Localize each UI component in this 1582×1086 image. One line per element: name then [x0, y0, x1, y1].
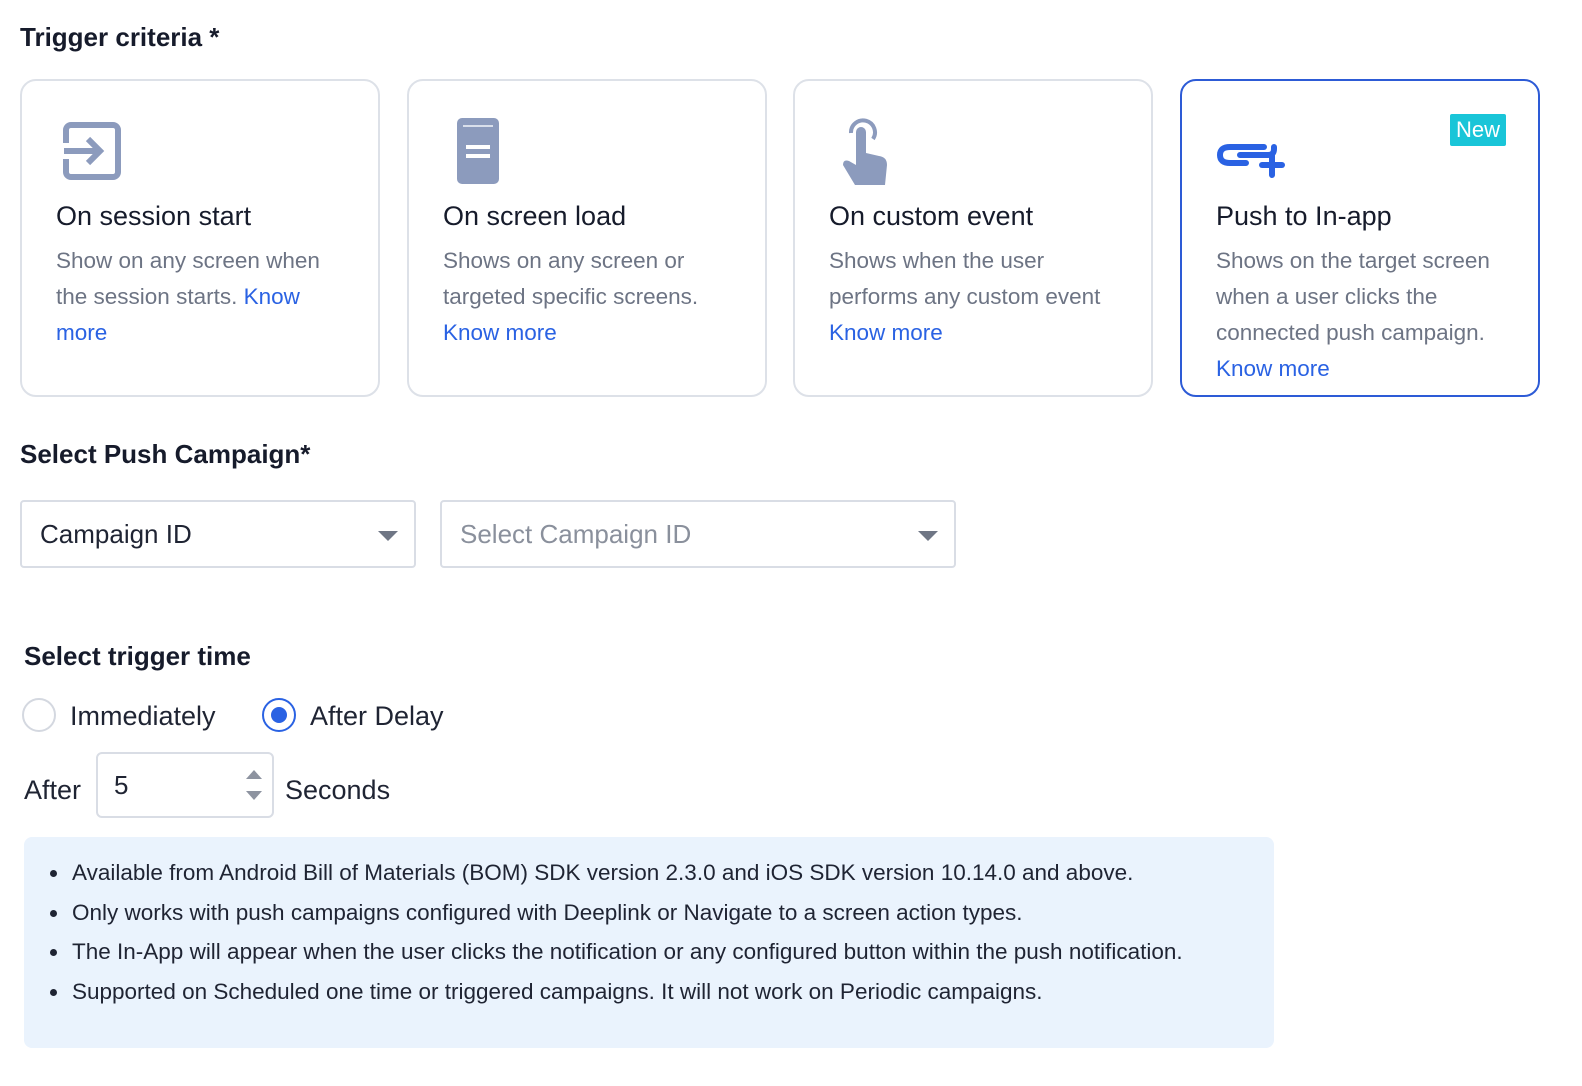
session-start-icon	[56, 115, 136, 195]
info-notes-box: Available from Android Bill of Materials…	[24, 837, 1274, 1048]
card-desc-text: Shows when the user performs any custom …	[829, 248, 1101, 309]
push-link-icon	[1216, 115, 1296, 195]
delay-seconds-input[interactable]	[114, 764, 224, 806]
delay-suffix-label: Seconds	[285, 775, 391, 805]
card-description: Shows on any screen or targeted specific…	[443, 243, 739, 351]
trigger-cards: On session start Show on any screen when…	[20, 79, 1542, 397]
card-desc-text: Shows on the target screen when a user c…	[1216, 248, 1490, 345]
trigger-settings-page: Trigger criteria * On session start Show…	[0, 0, 1582, 1086]
list-item: Available from Android Bill of Materials…	[50, 853, 1264, 893]
new-badge: New	[1449, 114, 1506, 146]
touch-icon	[829, 115, 909, 195]
card-description: Shows when the user performs any custom …	[829, 243, 1125, 351]
trigger-criteria-heading: Trigger criteria *	[20, 22, 220, 52]
trigger-time-heading: Select trigger time	[24, 641, 251, 671]
list-item: Supported on Scheduled one time or trigg…	[50, 972, 1264, 1012]
radio-button[interactable]	[22, 698, 56, 732]
screen-load-icon	[443, 115, 523, 195]
delay-prefix-label: After	[24, 775, 82, 805]
card-title: On session start	[56, 201, 252, 231]
know-more-link[interactable]: Know more	[829, 320, 943, 345]
chevron-down-icon	[378, 531, 398, 541]
radio-button[interactable]	[262, 698, 296, 732]
push-campaign-heading: Select Push Campaign*	[20, 439, 311, 469]
list-item: Only works with push campaigns configure…	[50, 893, 1264, 933]
delay-seconds-stepper[interactable]	[96, 752, 274, 818]
card-on-screen-load[interactable]: On screen load Shows on any screen or ta…	[407, 79, 767, 397]
list-item: The In-App will appear when the user cli…	[50, 932, 1264, 972]
decrement-arrow-icon[interactable]	[246, 791, 262, 800]
know-more-link[interactable]: Know more	[1216, 356, 1330, 381]
chevron-down-icon	[918, 531, 938, 541]
card-push-to-in-app[interactable]: New Push to In-app Shows on the target s…	[1180, 79, 1540, 397]
card-title: On screen load	[443, 201, 627, 231]
know-more-link[interactable]: Know more	[443, 320, 557, 345]
campaign-type-select[interactable]: Campaign ID	[20, 500, 416, 568]
radio-label: Immediately	[70, 701, 216, 731]
notes-list: Available from Android Bill of Materials…	[50, 853, 1264, 1011]
card-on-custom-event[interactable]: On custom event Shows when the user perf…	[793, 79, 1153, 397]
campaign-id-placeholder: Select Campaign ID	[460, 519, 692, 549]
increment-arrow-icon[interactable]	[246, 770, 262, 779]
card-title: On custom event	[829, 201, 1034, 231]
card-desc-text: Shows on any screen or targeted specific…	[443, 248, 699, 309]
card-description: Show on any screen when the session star…	[56, 243, 352, 351]
card-on-session-start[interactable]: On session start Show on any screen when…	[20, 79, 380, 397]
radio-label: After Delay	[310, 701, 444, 731]
card-description: Shows on the target screen when a user c…	[1216, 243, 1512, 387]
campaign-type-value: Campaign ID	[40, 519, 192, 549]
card-title: Push to In-app	[1216, 201, 1392, 231]
campaign-id-select[interactable]: Select Campaign ID	[440, 500, 956, 568]
